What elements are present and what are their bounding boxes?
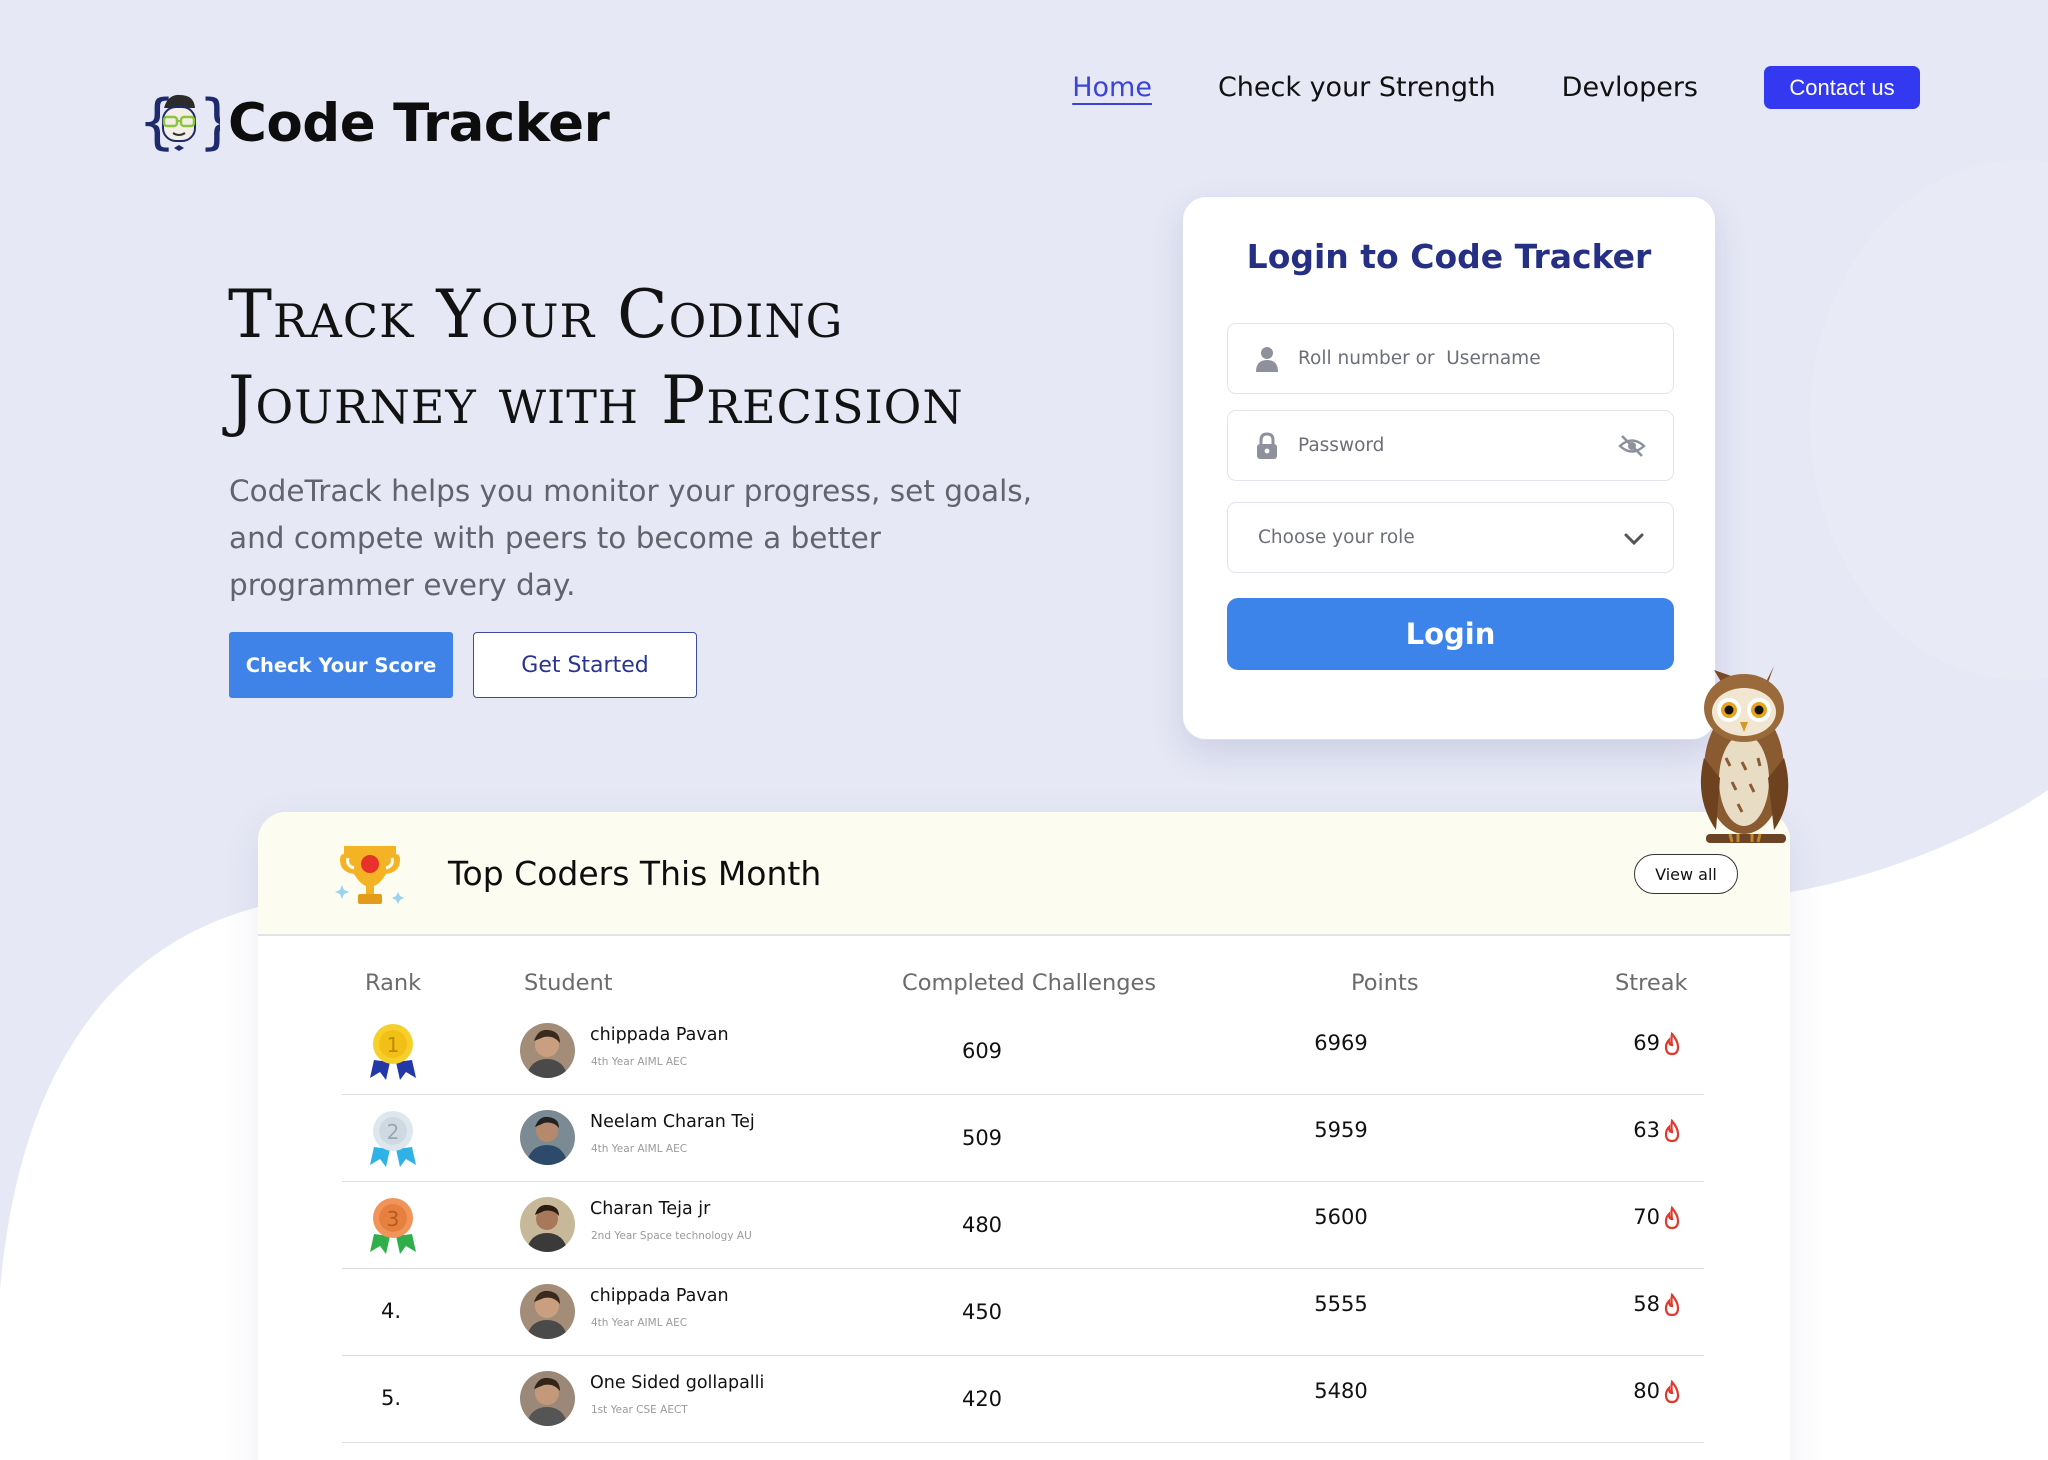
medal-number: 3: [387, 1207, 400, 1231]
column-points: Points: [1351, 970, 1419, 996]
user-icon: [1256, 346, 1278, 372]
hero-title-line-2: Journey with Precision: [228, 362, 964, 439]
challenges-value: 509: [961, 1126, 1003, 1150]
student-detail: 4th Year AIML AEC: [591, 1143, 688, 1155]
bronze-medal-icon: 3: [370, 1198, 416, 1254]
challenges-value: 450: [961, 1300, 1003, 1324]
points-value: 5600: [1314, 1205, 1368, 1229]
avatar[interactable]: [520, 1110, 575, 1165]
column-student: Student: [524, 970, 613, 996]
medal-number: 2: [387, 1120, 400, 1144]
hero-title-line-1: Track Your Coding: [228, 276, 844, 353]
points-value: 5480: [1314, 1379, 1368, 1403]
student-name: One Sided gollapalli: [590, 1373, 765, 1393]
table-row[interactable]: 3 Charan Teja jr 2nd Year Space technolo…: [342, 1182, 1704, 1269]
avatar-image: [520, 1197, 575, 1252]
hero-actions: Check Your Score Get Started: [229, 632, 697, 698]
leaderboard-header: Top Coders This Month View all: [258, 812, 1790, 936]
student-name: Charan Teja jr: [590, 1199, 711, 1219]
student-detail: 2nd Year Space technology AU: [591, 1230, 752, 1242]
streak-value: 58: [1633, 1292, 1660, 1316]
points-value: 6969: [1314, 1031, 1368, 1055]
table-row[interactable]: 1 chippada Pavan 4th Year AIML AEC 609 6…: [342, 1008, 1704, 1095]
nav-check-strength[interactable]: Check your Strength: [1218, 72, 1496, 103]
student-detail: 1st Year CSE AECT: [591, 1404, 688, 1416]
rank-number: 5.: [380, 1386, 402, 1410]
challenges-value: 420: [961, 1387, 1003, 1411]
leaderboard-panel: Top Coders This Month View all Rank Stud…: [258, 812, 1790, 1460]
brand-logo[interactable]: { } Code Tracker: [138, 88, 610, 158]
leaderboard-title: Top Coders This Month: [448, 854, 822, 893]
get-started-button[interactable]: Get Started: [473, 632, 697, 698]
avatar[interactable]: [520, 1284, 575, 1339]
column-challenges: Completed Challenges: [902, 970, 1157, 996]
streak-value: 80: [1633, 1379, 1660, 1403]
trophy-icon: [335, 846, 404, 904]
hero-title: Track Your Coding Journey with Precision: [228, 272, 964, 444]
eye-off-icon[interactable]: [1617, 431, 1647, 461]
streak-value: 63: [1633, 1118, 1660, 1142]
lock-icon: [1257, 431, 1277, 459]
flame-icon: [1664, 1380, 1680, 1404]
flame-icon: [1664, 1119, 1680, 1143]
flame-icon: [1664, 1293, 1680, 1317]
challenges-value: 480: [961, 1213, 1003, 1237]
student-name: chippada Pavan: [590, 1025, 729, 1045]
avatar[interactable]: [520, 1371, 575, 1426]
column-rank: Rank: [365, 970, 422, 996]
streak-value: 70: [1633, 1205, 1660, 1229]
student-name: Neelam Charan Tej: [590, 1112, 755, 1132]
password-field[interactable]: [1227, 410, 1674, 481]
flame-icon: [1664, 1206, 1680, 1230]
table-row[interactable]: 4. chippada Pavan 4th Year AIML AEC 450 …: [342, 1269, 1704, 1356]
brand-name: Code Tracker: [228, 92, 610, 154]
points-value: 5959: [1314, 1118, 1368, 1142]
streak-value: 69: [1633, 1031, 1660, 1055]
challenges-value: 609: [961, 1039, 1003, 1063]
username-field[interactable]: [1227, 323, 1674, 394]
avatar-image: [520, 1371, 575, 1426]
medal-number: 1: [387, 1033, 400, 1057]
gold-medal-icon: 1: [370, 1024, 416, 1080]
username-input[interactable]: [1298, 348, 1673, 369]
login-card: Login to Code Tracker Choose your role L…: [1182, 196, 1716, 740]
leaderboard-rows: 1 chippada Pavan 4th Year AIML AEC 609 6…: [342, 1008, 1704, 1443]
svg-text:}: }: [198, 88, 220, 157]
hero-description: CodeTrack helps you monitor your progres…: [229, 474, 1033, 602]
avatar[interactable]: [520, 1023, 575, 1078]
table-row[interactable]: 5. One Sided gollapalli 1st Year CSE AEC…: [342, 1356, 1704, 1443]
avatar-image: [520, 1110, 575, 1165]
chevron-down-icon: [1624, 533, 1644, 545]
avatar-image: [520, 1023, 575, 1078]
column-streak: Streak: [1615, 970, 1688, 996]
nav-developers[interactable]: Devlopers: [1562, 72, 1698, 103]
login-button[interactable]: Login: [1227, 598, 1674, 670]
student-name: chippada Pavan: [590, 1286, 729, 1306]
silver-medal-icon: 2: [370, 1111, 416, 1167]
role-select-value: Choose your role: [1258, 527, 1415, 548]
rank-number: 4.: [380, 1299, 402, 1323]
check-score-button[interactable]: Check Your Score: [229, 632, 453, 698]
points-value: 5555: [1314, 1292, 1368, 1316]
password-input[interactable]: [1298, 435, 1617, 456]
owl-mascot-icon: [1700, 666, 1789, 843]
student-detail: 4th Year AIML AEC: [591, 1317, 688, 1329]
avatar[interactable]: [520, 1197, 575, 1252]
nav-home[interactable]: Home: [1072, 72, 1152, 103]
table-row[interactable]: 2 Neelam Charan Tej 4th Year AIML AEC 50…: [342, 1095, 1704, 1182]
flame-icon: [1664, 1032, 1680, 1056]
contact-us-button[interactable]: Contact us: [1764, 66, 1920, 109]
top-nav: Home Check your Strength Devlopers Conta…: [1072, 66, 1920, 109]
coder-face-braces-icon: { }: [138, 88, 220, 157]
role-select[interactable]: Choose your role: [1227, 502, 1674, 573]
student-detail: 4th Year AIML AEC: [591, 1056, 688, 1068]
view-all-button[interactable]: View all: [1634, 854, 1738, 894]
login-title: Login to Code Tracker: [1246, 237, 1652, 276]
avatar-image: [520, 1284, 575, 1339]
